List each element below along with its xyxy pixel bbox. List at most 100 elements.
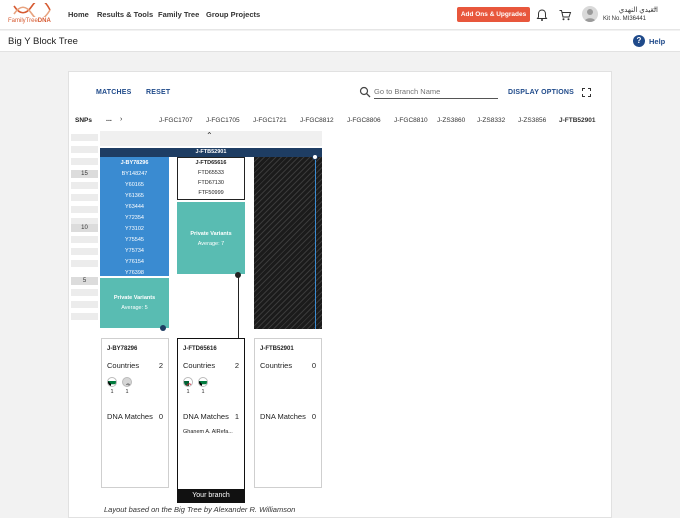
breadcrumb-item[interactable]: J-FGC8806 xyxy=(347,117,381,124)
countries-label: Countries xyxy=(107,361,140,370)
display-options-button[interactable]: DISPLAY OPTIONS xyxy=(508,89,574,96)
top-navigation-bar: FamilyTreeDNA Home Results & Tools Famil… xyxy=(0,0,680,30)
breadcrumb-item[interactable]: J-ZS3856 xyxy=(518,117,546,124)
page-header: Big Y Block Tree ? Help xyxy=(0,31,680,52)
flag-count: 1 xyxy=(110,389,114,395)
branch-node-dot xyxy=(312,154,318,160)
nav-group-projects[interactable]: Group Projects xyxy=(206,10,260,19)
snp-name: Y60165 xyxy=(125,182,144,188)
breadcrumb-item[interactable]: J-FGC8810 xyxy=(394,117,428,124)
snp-name: BY148247 xyxy=(121,171,148,177)
chevron-up-icon[interactable]: ⌃ xyxy=(206,131,213,140)
nav-results-tools[interactable]: Results & Tools xyxy=(97,10,153,19)
cart-icon[interactable] xyxy=(558,8,572,22)
branch-connector-line xyxy=(315,157,316,329)
nav-home[interactable]: Home xyxy=(68,10,89,19)
breadcrumb-ellipsis[interactable]: ... xyxy=(106,116,112,123)
go-to-branch-input[interactable] xyxy=(374,85,498,99)
familytreedna-logo[interactable]: FamilyTreeDNA xyxy=(8,3,54,27)
page-title: Big Y Block Tree xyxy=(8,36,78,47)
private-variants-title: Private Variants xyxy=(113,295,156,301)
flag-count: 1 xyxy=(201,389,205,395)
block-tree-panel: MATCHES RESET DISPLAY OPTIONS SNPs ... ›… xyxy=(68,71,612,518)
scale-label: 10 xyxy=(71,224,98,232)
dna-matches-count: 0 xyxy=(158,412,163,421)
user-menu-ellipsis[interactable]: ... xyxy=(651,4,657,11)
snp-name: FTD67130 xyxy=(198,180,224,186)
card-title: J-BY78296 xyxy=(107,346,138,352)
snp-name: Y75545 xyxy=(125,237,144,243)
private-variants-average: Average: 7 xyxy=(197,241,225,247)
countries-count: 0 xyxy=(311,361,316,370)
nav-family-tree[interactable]: Family Tree xyxy=(158,10,199,19)
snp-name: Y76398 xyxy=(125,270,144,276)
snp-name: Y72354 xyxy=(125,215,144,221)
match-name-link[interactable]: Ghanem A. AlRefa... xyxy=(183,429,233,435)
breadcrumb-item[interactable]: J-ZS3860 xyxy=(437,117,465,124)
snp-block-j-ftd65616[interactable]: J-FTD65616 FTD65533 FTD67130 FTF50999 xyxy=(177,157,245,200)
breadcrumb-item[interactable]: J-ZS8332 xyxy=(477,117,505,124)
dna-helix-icon xyxy=(13,3,51,17)
person-icon xyxy=(584,9,596,22)
scale-tick xyxy=(71,248,98,255)
help-link[interactable]: Help xyxy=(649,37,665,46)
reset-button[interactable]: RESET xyxy=(146,89,170,96)
kuwait-flag-icon[interactable] xyxy=(198,377,208,387)
breadcrumb-item[interactable]: J-FGC8812 xyxy=(300,117,334,124)
branch-card-j-by78296[interactable]: J-BY78296 Countries 2 ? 1 1 DNA Matches … xyxy=(101,338,169,488)
private-variants-block[interactable]: Private Variants Average: 5 xyxy=(100,278,169,328)
unknown-country-icon[interactable]: ? xyxy=(122,377,132,387)
countries-count: 2 xyxy=(158,361,163,370)
snp-block-j-by78296[interactable]: J-BY78296 BY148247 Y60165 Y61365 Y63444 … xyxy=(100,157,169,276)
branch-card-j-ftb52901[interactable]: J-FTB52901 Countries 0 DNA Matches 0 xyxy=(254,338,322,488)
branch-card-j-ftd65616[interactable]: J-FTD65616 Countries 2 1 1 DNA Matches 1… xyxy=(177,338,245,503)
search-icon xyxy=(359,86,371,98)
snp-name: Y73102 xyxy=(125,226,144,232)
user-name[interactable]: العيدي النهدي xyxy=(602,6,658,14)
scale-tick xyxy=(71,158,98,165)
snp-name: Y63444 xyxy=(125,204,144,210)
no-data-block-j-ftb52901[interactable] xyxy=(254,157,322,329)
breadcrumb-item-current[interactable]: J-FTB52901 xyxy=(559,117,596,124)
snp-name: FTF50999 xyxy=(198,190,224,196)
scale-tick xyxy=(71,146,98,153)
layout-credit-note: Layout based on the Big Tree by Alexande… xyxy=(104,505,296,514)
dna-matches-label: DNA Matches xyxy=(260,412,306,421)
flag-count: 1 xyxy=(186,389,190,395)
breadcrumb-item[interactable]: J-FGC1721 xyxy=(253,117,287,124)
dna-matches-label: DNA Matches xyxy=(183,412,229,421)
snp-name: Y61365 xyxy=(125,193,144,199)
chevron-right-icon: › xyxy=(120,116,123,123)
fullscreen-icon[interactable] xyxy=(582,88,591,97)
countries-label: Countries xyxy=(183,361,216,370)
add-ons-upgrades-button[interactable]: Add Ons & Upgrades xyxy=(457,7,530,22)
scale-tick xyxy=(71,301,98,308)
scale-tick xyxy=(71,134,98,141)
matches-button[interactable]: MATCHES xyxy=(96,89,132,96)
dna-matches-label: DNA Matches xyxy=(107,412,153,421)
kuwait-flag-icon[interactable] xyxy=(107,377,117,387)
breadcrumb-item[interactable]: J-FGC1705 xyxy=(206,117,240,124)
private-variants-title: Private Variants xyxy=(190,231,232,237)
branch-node-dot xyxy=(160,325,166,331)
snps-label: SNPs xyxy=(75,117,92,124)
scale-tick xyxy=(71,182,98,189)
snp-count-scale: 15 10 5 xyxy=(69,131,100,330)
scale-tick xyxy=(71,289,98,296)
root-branch-bar[interactable]: J-FTB52901 xyxy=(100,148,322,157)
private-variants-block[interactable]: Private Variants Average: 7 xyxy=(177,202,245,274)
logo-wordmark: FamilyTreeDNA xyxy=(8,18,51,24)
bell-icon[interactable] xyxy=(535,8,549,22)
breadcrumb-item[interactable]: J-FGC1707 xyxy=(159,117,193,124)
scale-tick xyxy=(71,206,98,213)
user-avatar[interactable] xyxy=(582,6,598,22)
help-icon[interactable]: ? xyxy=(633,35,645,47)
svg-text:?: ? xyxy=(126,384,130,388)
private-variants-average: Average: 5 xyxy=(121,305,148,311)
flag-count: 1 xyxy=(125,389,129,395)
scale-tick xyxy=(71,194,98,201)
snp-block-head: J-FTD65616 xyxy=(195,160,227,166)
snp-name: FTD65533 xyxy=(198,170,224,176)
scale-label: 5 xyxy=(71,277,98,285)
algeria-flag-icon[interactable] xyxy=(183,377,193,387)
